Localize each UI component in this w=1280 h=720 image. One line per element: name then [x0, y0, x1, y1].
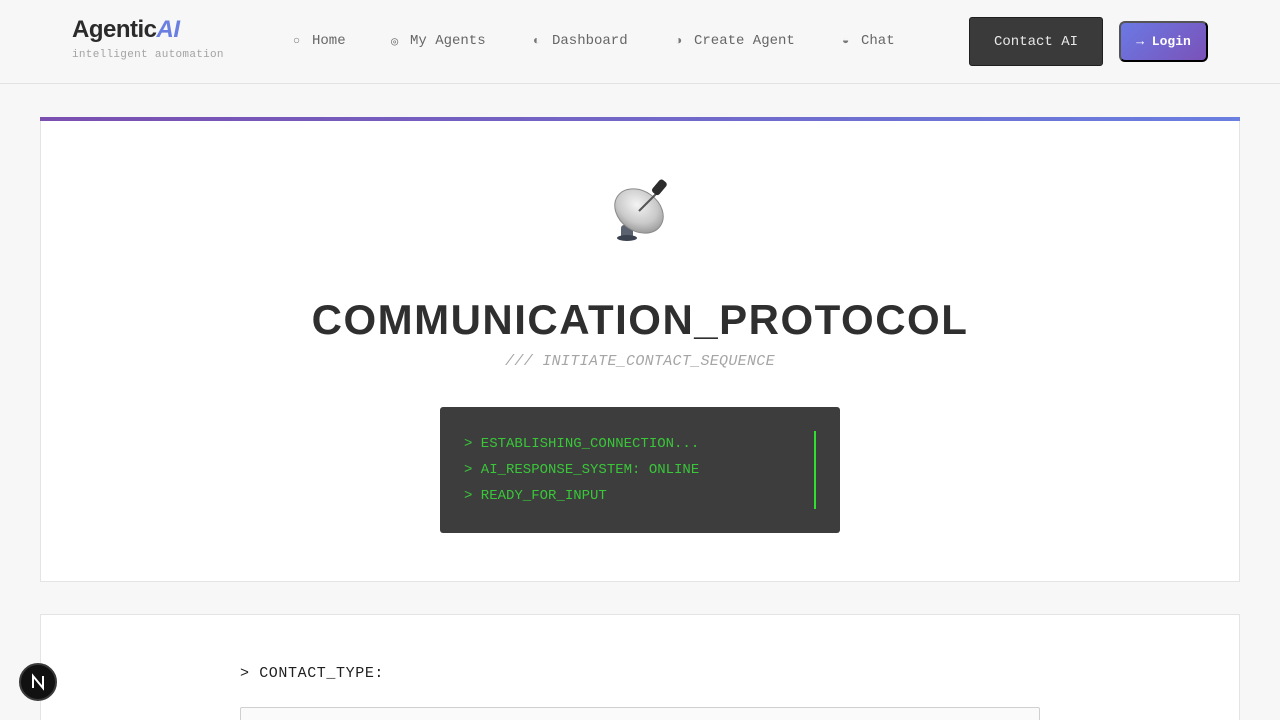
contact-form-card: > CONTACT_TYPE:: [40, 614, 1240, 720]
half-circle-bottom-icon: ◒: [842, 34, 850, 48]
nav-item-dashboard[interactable]: ◐ Dashboard: [533, 31, 675, 51]
brand-name: AgenticAI: [72, 16, 180, 43]
terminal-cursor: [814, 431, 816, 509]
nav-item-create-agent[interactable]: ◑ Create Agent: [675, 31, 842, 51]
status-terminal: > ESTABLISHING_CONNECTION... > AI_RESPON…: [440, 407, 840, 533]
page-subtitle: /// INITIATE_CONTACT_SEQUENCE: [505, 353, 775, 370]
contact-ai-button[interactable]: Contact AI: [969, 17, 1103, 66]
half-circle-right-icon: ◑: [675, 34, 683, 48]
nav-item-home[interactable]: ○ Home: [293, 31, 391, 51]
terminal-line: > AI_RESPONSE_SYSTEM: ONLINE: [464, 462, 700, 478]
nav-item-label: Create Agent: [694, 33, 795, 49]
brand-tagline: intelligent automation: [72, 49, 224, 61]
circle-icon: ○: [293, 34, 301, 48]
target-icon: ◎: [391, 34, 399, 49]
nav-item-label: Dashboard: [552, 33, 628, 49]
n-logo-icon: [32, 673, 44, 691]
nav-item-label: Chat: [861, 33, 895, 49]
page-title: COMMUNICATION_PROTOCOL: [311, 296, 969, 343]
contact-type-label: > CONTACT_TYPE:: [240, 665, 385, 682]
satellite-dish-icon: [614, 179, 667, 241]
terminal-line: > READY_FOR_INPUT: [464, 488, 607, 504]
brand-logo[interactable]: AgenticAI intelligent automation: [72, 15, 224, 61]
contact-type-select[interactable]: [240, 707, 1040, 720]
top-header: AgenticAI intelligent automation ○ Home …: [0, 0, 1280, 84]
nav-item-chat[interactable]: ◒ Chat: [842, 31, 922, 51]
next-dev-badge[interactable]: [19, 663, 57, 701]
hero-card: COMMUNICATION_PROTOCOL /// INITIATE_CONT…: [40, 117, 1240, 582]
nav-item-label: Home: [312, 33, 346, 49]
half-circle-icon: ◐: [533, 34, 541, 48]
main-nav: ○ Home ◎ My Agents ◐ Dashboard ◑ Create …: [293, 31, 922, 51]
nav-item-label: My Agents: [410, 33, 486, 49]
login-button[interactable]: → Login: [1119, 21, 1208, 62]
nav-item-my-agents[interactable]: ◎ My Agents: [391, 31, 533, 51]
terminal-line: > ESTABLISHING_CONNECTION...: [464, 436, 700, 452]
